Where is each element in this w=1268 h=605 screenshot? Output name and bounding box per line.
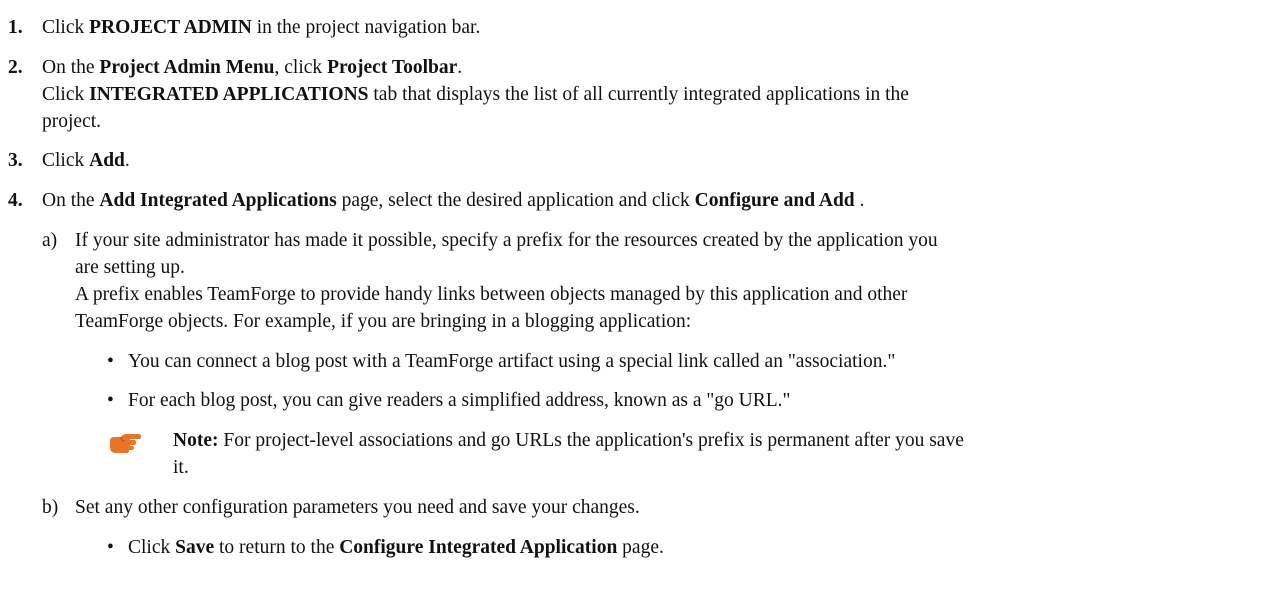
- step-4-number: 4.: [8, 190, 23, 211]
- step-1-number: 1.: [8, 17, 23, 38]
- substep-b-configure-integrated-application: Configure Integrated Application: [339, 537, 618, 558]
- substep-b-save: Save: [175, 537, 215, 558]
- step-3-text: Click Add.: [42, 147, 1252, 174]
- substep-b-bullet-1: Click Save to return to the Configure In…: [128, 534, 1258, 561]
- step-2-line-3: project.: [42, 111, 102, 132]
- step-2-line-2-post: tab that displays the list of all curren…: [368, 84, 909, 105]
- step-2-number: 2.: [8, 57, 23, 78]
- step-4-text: On the Add Integrated Applications page,…: [42, 187, 1252, 214]
- step-4-pre: On the: [42, 190, 100, 211]
- substep-b-line-1: Set any other configuration parameters y…: [75, 497, 640, 518]
- step-2-project-admin-menu: Project Admin Menu: [99, 57, 275, 78]
- step-2-line-2: Click INTEGRATED APPLICATIONS tab that d…: [42, 81, 1252, 108]
- step-2-line-1: On the Project Admin Menu, click Project…: [42, 54, 1252, 81]
- step-4-configure-and-add: Configure and Add: [694, 190, 855, 211]
- substep-a-note-line-2: it.: [173, 457, 189, 478]
- bullet-glyph: •: [107, 351, 114, 372]
- step-2-post: .: [457, 57, 463, 78]
- step-2-mid: , click: [274, 57, 328, 78]
- step-2-line-2-pre: Click: [42, 84, 90, 105]
- substep-a-line-3: A prefix enables TeamForge to provide ha…: [75, 284, 908, 305]
- pointing-hand-icon: [110, 434, 141, 453]
- substep-a-letter: a): [42, 230, 58, 251]
- note-text-1: For project-level associations and go UR…: [218, 430, 964, 451]
- step-1-post: in the project navigation bar.: [251, 17, 481, 38]
- bullet-glyph: •: [107, 537, 114, 558]
- step-4-mid: page, select the desired application and…: [336, 190, 695, 211]
- step-1-pre: Click: [42, 17, 90, 38]
- substep-b-letter: b): [42, 497, 59, 518]
- bullet-glyph: •: [107, 390, 114, 411]
- substep-b-bullet-post: page.: [617, 537, 664, 558]
- substep-a-line-1: If your site administrator has made it p…: [75, 230, 938, 251]
- substep-b-bullet-mid: to return to the: [214, 537, 340, 558]
- substep-a-line-2: are setting up.: [75, 257, 185, 278]
- step-2-project-toolbar: Project Toolbar: [327, 57, 458, 78]
- substep-a-bullet-2: For each blog post, you can give readers…: [128, 390, 791, 411]
- step-2-integrated-applications: INTEGRATED APPLICATIONS: [89, 84, 369, 105]
- step-3-add: Add: [89, 150, 125, 171]
- step-4-post: .: [854, 190, 865, 211]
- step-4-add-integrated-applications: Add Integrated Applications: [99, 190, 337, 211]
- step-3-pre: Click: [42, 150, 90, 171]
- substep-a-note-line-1: Note: For project-level associations and…: [173, 427, 1258, 454]
- substep-a-bullet-1: You can connect a blog post with a TeamF…: [128, 351, 896, 372]
- step-3-number: 3.: [8, 150, 23, 171]
- step-1-project-admin: PROJECT ADMIN: [89, 17, 252, 38]
- step-3-post: .: [124, 150, 130, 171]
- step-2-pre: On the: [42, 57, 100, 78]
- substep-b-bullet-pre: Click: [128, 537, 176, 558]
- step-1-text: Click PROJECT ADMIN in the project navig…: [42, 14, 1252, 41]
- substep-a-line-4: TeamForge objects. For example, if you a…: [75, 311, 692, 332]
- note-label: Note:: [173, 430, 219, 451]
